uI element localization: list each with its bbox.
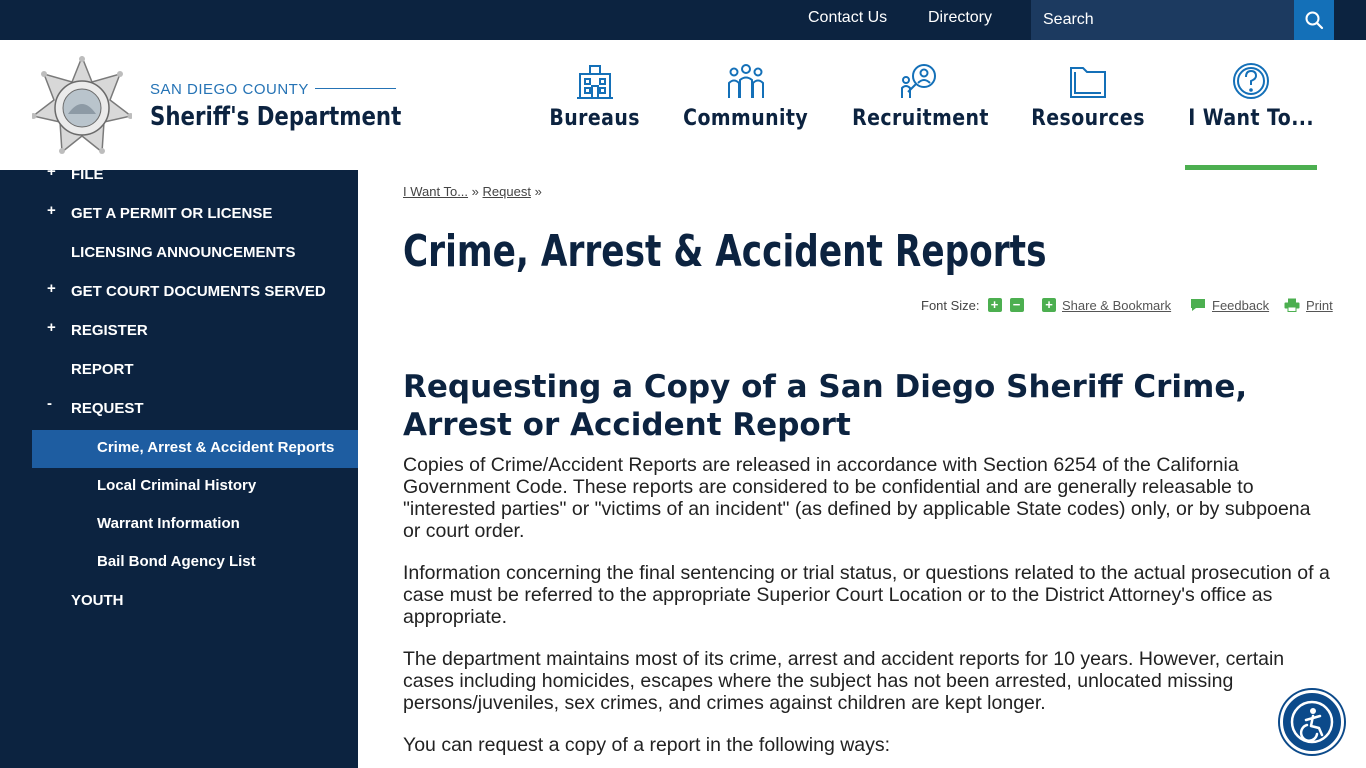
content-paragraph: Copies of Crime/Accident Reports are rel… bbox=[403, 454, 1311, 542]
sidebar-item-court-documents[interactable]: + GET COURT DOCUMENTS SERVED bbox=[0, 274, 358, 313]
nav-recruitment-label: Recruitment bbox=[851, 106, 989, 131]
sidebar-item-youth[interactable]: YOUTH bbox=[0, 583, 358, 622]
sidebar-item-label: REQUEST bbox=[71, 400, 144, 417]
logo-subtitle: SAN DIEGO COUNTY bbox=[150, 81, 309, 98]
nav-recruitment[interactable]: Recruitment bbox=[852, 40, 988, 170]
content-paragraph: Information concerning the final sentenc… bbox=[403, 562, 1330, 628]
top-utility-bar: Contact Us Directory bbox=[0, 0, 1366, 40]
expand-icon[interactable]: + bbox=[47, 163, 56, 180]
breadcrumb-separator: » bbox=[471, 184, 479, 199]
search-box bbox=[1031, 0, 1334, 40]
nav-bureaus[interactable]: Bureaus bbox=[550, 40, 640, 170]
search-button[interactable] bbox=[1294, 0, 1334, 40]
search-input[interactable] bbox=[1031, 0, 1294, 40]
sidebar-subitem-bail-bond[interactable]: Bail Bond Agency List bbox=[0, 544, 358, 582]
font-increase-button[interactable]: + bbox=[987, 298, 1002, 312]
sidebar-item-label: GET COURT DOCUMENTS SERVED bbox=[71, 283, 326, 300]
sidebar-nav: + FILE + GET A PERMIT OR LICENSE LICENSI… bbox=[0, 163, 358, 768]
nav-i-want-to-label: I Want To... bbox=[1188, 106, 1314, 131]
nav-i-want-to[interactable]: I Want To... bbox=[1185, 40, 1317, 170]
page-title: Crime, Arrest & Accident Reports bbox=[403, 226, 1047, 277]
content-paragraph: You can request a copy of a report in th… bbox=[403, 734, 891, 756]
sidebar-subitem-label: Bail Bond Agency List bbox=[97, 553, 256, 570]
sidebar-subitem-label: Local Criminal History bbox=[97, 477, 257, 494]
sidebar-item-label: REGISTER bbox=[71, 322, 148, 339]
accessibility-icon bbox=[1290, 700, 1334, 744]
building-icon bbox=[577, 65, 613, 99]
sidebar-item-label: FILE bbox=[71, 166, 104, 183]
feedback-link[interactable]: Feedback bbox=[1212, 298, 1269, 313]
breadcrumb-i-want-to[interactable]: I Want To... bbox=[403, 184, 468, 199]
sidebar-subitem-label: Crime, Arrest & Accident Reports bbox=[97, 439, 335, 456]
expand-icon[interactable]: + bbox=[47, 319, 56, 336]
nav-community[interactable]: Community bbox=[683, 40, 809, 170]
printer-icon bbox=[1284, 298, 1300, 312]
share-bookmark-tool[interactable]: + Share & Bookmark bbox=[1042, 296, 1171, 314]
logo-title: Sheriff's Department bbox=[150, 102, 402, 132]
nav-resources[interactable]: Resources bbox=[1030, 40, 1146, 170]
sidebar-subitem-criminal-history[interactable]: Local Criminal History bbox=[0, 468, 358, 506]
sidebar-item-permit[interactable]: + GET A PERMIT OR LICENSE bbox=[0, 196, 358, 235]
sidebar-item-licensing[interactable]: LICENSING ANNOUNCEMENTS bbox=[0, 235, 358, 274]
sidebar-item-request[interactable]: - REQUEST bbox=[0, 391, 358, 430]
content-heading: Requesting a Copy of a San Diego Sheriff… bbox=[403, 369, 1248, 443]
sidebar-item-label: GET A PERMIT OR LICENSE bbox=[71, 205, 273, 222]
collapse-icon[interactable]: - bbox=[47, 395, 52, 412]
sidebar-item-label: YOUTH bbox=[71, 592, 124, 609]
accessibility-button[interactable] bbox=[1280, 690, 1344, 754]
nav-resources-label: Resources bbox=[1031, 106, 1145, 131]
font-size-label: Font Size: bbox=[921, 297, 980, 313]
question-icon bbox=[1233, 63, 1269, 99]
font-decrease-button[interactable]: − bbox=[1009, 298, 1024, 312]
expand-icon[interactable]: + bbox=[47, 202, 56, 219]
sidebar-item-label: REPORT bbox=[71, 361, 134, 378]
expand-icon[interactable]: + bbox=[47, 280, 56, 297]
breadcrumb: I Want To... » Request » bbox=[403, 184, 542, 199]
sidebar-item-report[interactable]: REPORT bbox=[0, 352, 358, 391]
site-header: SAN DIEGO COUNTY Sheriff's Department Bu… bbox=[0, 40, 1366, 170]
feedback-tool[interactable]: Feedback bbox=[1190, 296, 1269, 314]
sidebar-item-register[interactable]: + REGISTER bbox=[0, 313, 358, 352]
sidebar-item-file[interactable]: + FILE bbox=[0, 157, 358, 196]
contact-us-link[interactable]: Contact Us bbox=[808, 9, 887, 27]
magnify-person-icon bbox=[901, 64, 936, 98]
breadcrumb-separator: » bbox=[534, 184, 542, 199]
content-paragraph: The department maintains most of its cri… bbox=[403, 648, 1285, 714]
sheriff-badge-logo bbox=[32, 56, 132, 154]
search-icon bbox=[1305, 11, 1324, 30]
directory-link[interactable]: Directory bbox=[928, 9, 992, 27]
print-link[interactable]: Print bbox=[1306, 298, 1333, 313]
people-icon bbox=[728, 64, 764, 98]
sidebar-subitem-warrant-info[interactable]: Warrant Information bbox=[0, 506, 358, 544]
sidebar-subitem-label: Warrant Information bbox=[97, 515, 240, 532]
nav-community-label: Community bbox=[683, 106, 809, 131]
sidebar-subitem-crime-reports[interactable]: Crime, Arrest & Accident Reports bbox=[32, 430, 358, 468]
speech-bubble-icon bbox=[1191, 299, 1205, 311]
print-tool[interactable]: Print bbox=[1284, 296, 1333, 314]
nav-active-indicator bbox=[1185, 165, 1317, 170]
folder-icon bbox=[1070, 67, 1106, 98]
nav-bureaus-label: Bureaus bbox=[549, 106, 641, 131]
font-size-tool: Font Size: + − bbox=[921, 296, 1024, 314]
share-bookmark-link[interactable]: Share & Bookmark bbox=[1062, 298, 1171, 313]
breadcrumb-request[interactable]: Request bbox=[483, 184, 531, 199]
sidebar-item-label: LICENSING ANNOUNCEMENTS bbox=[71, 244, 296, 261]
logo-divider bbox=[315, 88, 396, 89]
share-plus-icon: + bbox=[1042, 298, 1056, 312]
